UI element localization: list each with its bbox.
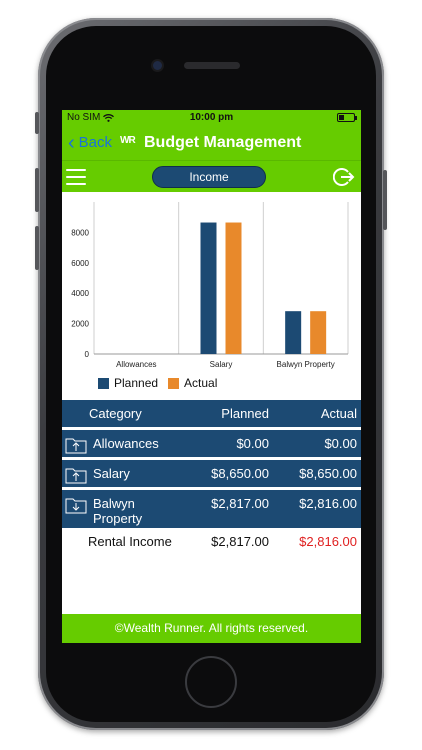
chart-y-tick-label: 2000	[71, 320, 89, 329]
chart-legend: Planned Actual	[98, 376, 227, 390]
legend-label-actual: Actual	[184, 376, 218, 390]
chart-bar-actual	[310, 311, 327, 354]
power-button	[383, 170, 387, 230]
logout-icon[interactable]	[333, 166, 355, 188]
legend-label-planned: Planned	[114, 376, 159, 390]
folder-expand-icon[interactable]	[65, 436, 87, 454]
row-category-line1: Balwyn	[93, 496, 135, 511]
row-category-cell: Salary	[62, 466, 187, 487]
toolbar: Income	[62, 160, 361, 192]
row-planned: $2,817.00	[211, 496, 269, 511]
page-title: Budget Management	[144, 134, 302, 151]
front-camera	[153, 61, 162, 70]
navigation-bar: ‹ Back WR Budget Management	[62, 126, 361, 160]
app-logo: WR	[120, 135, 136, 146]
chart-x-tick-label: Salary	[210, 360, 233, 369]
row-category-cell: Balwyn Property	[62, 496, 187, 528]
header-planned: Planned	[221, 406, 269, 421]
budget-table: Category Planned Actual Allowances $0.00…	[62, 400, 361, 556]
table-row[interactable]: Allowances $0.00 $0.00	[62, 427, 361, 457]
row-actual: $2,816.00	[299, 534, 357, 549]
row-planned: $8,650.00	[211, 466, 269, 481]
row-planned: $0.00	[236, 436, 269, 451]
chevron-left-icon: ‹	[68, 131, 75, 154]
earpiece-speaker	[184, 62, 240, 69]
volume-down-button	[35, 226, 39, 270]
income-bar-chart: 0 2000 4000 6000 8000 Allowances Salary Balwyn …	[71, 202, 349, 369]
legend-item-planned: Planned	[98, 376, 158, 390]
volume-up-button	[35, 168, 39, 212]
chart-y-tick-label: 6000	[71, 259, 89, 268]
header-category: Category	[89, 406, 142, 421]
row-category-cell: Allowances	[62, 436, 187, 457]
app-screen: No SIM 10:00 pm ‹ Back WR Budget Managem…	[62, 110, 361, 643]
table-row-sub[interactable]: Rental Income $2,817.00 $2,816.00	[62, 528, 361, 556]
table-row[interactable]: Balwyn Property $2,817.00 $2,816.00	[62, 487, 361, 528]
hamburger-menu-icon[interactable]	[66, 169, 86, 185]
battery-icon	[337, 113, 357, 122]
legend-swatch-planned	[98, 377, 109, 389]
chart-bar-actual	[225, 222, 242, 354]
row-category: Allowances	[93, 436, 159, 451]
income-segment-button[interactable]: Income	[152, 166, 266, 188]
row-planned: $2,817.00	[211, 534, 269, 549]
home-button[interactable]	[185, 656, 237, 708]
status-time: 10:00 pm	[189, 112, 234, 123]
chart-bar-planned	[285, 311, 302, 354]
table-row[interactable]: Salary $8,650.00 $8,650.00	[62, 457, 361, 487]
status-bar: No SIM 10:00 pm	[62, 110, 361, 126]
row-category: Rental Income	[88, 534, 172, 549]
legend-swatch-actual	[168, 377, 180, 389]
back-label: Back	[78, 134, 113, 151]
folder-collapse-icon[interactable]	[65, 496, 87, 514]
chart-y-tick-label: 4000	[71, 289, 89, 298]
row-category-line2: Property	[93, 511, 143, 526]
chart-bar-planned	[200, 222, 217, 354]
mute-switch	[35, 112, 39, 134]
row-actual: $0.00	[324, 436, 357, 451]
row-actual: $8,650.00	[299, 466, 357, 481]
legend-item-actual: Actual	[168, 376, 217, 390]
row-actual: $2,816.00	[299, 496, 357, 511]
row-category-text: Balwyn Property	[93, 496, 142, 526]
chart-y-tick-label: 8000	[71, 228, 89, 237]
back-button[interactable]: ‹ Back	[68, 131, 113, 154]
folder-expand-icon[interactable]	[65, 466, 87, 484]
table-header: Category Planned Actual	[62, 400, 361, 427]
footer: ©Wealth Runner. All rights reserved.	[62, 614, 361, 643]
chart-x-tick-label: Balwyn Property	[277, 360, 335, 369]
chart-x-tick-label: Allowances	[116, 360, 156, 369]
chart-y-tick-label: 0	[85, 350, 90, 359]
header-actual: Actual	[320, 406, 357, 421]
row-category: Salary	[93, 466, 130, 481]
